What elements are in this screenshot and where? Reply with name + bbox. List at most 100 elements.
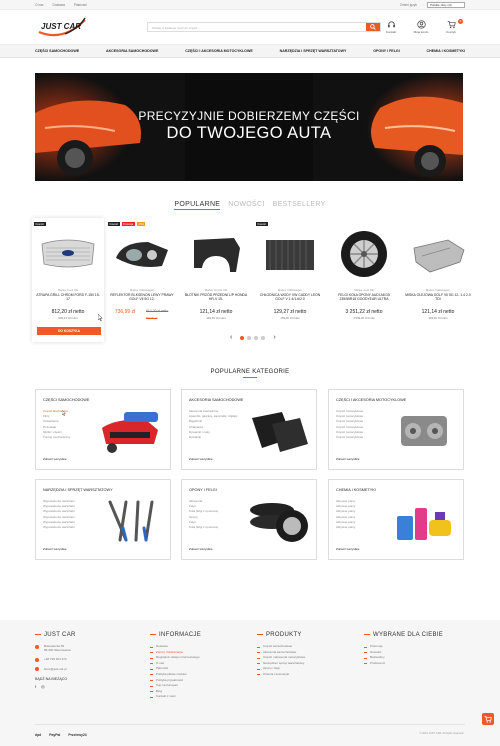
category-link[interactable]: Wyposażenie warsztatu (43, 525, 75, 530)
category-title[interactable]: NARZĘDZIA I SPRZĘT WARSZTATOWY (43, 488, 113, 492)
nav-item-moto[interactable]: CZĘŚCI I AKCESORIA MOTOCYKLOWE (185, 49, 253, 53)
search-button[interactable] (366, 23, 380, 31)
product-brand: Marka: Volkswagen (277, 288, 303, 292)
product-card[interactable]: Nowość Promocja -15% Marka: Volkswagen R… (106, 218, 178, 342)
category-link[interactable]: Wyposażenie warsztatu (43, 509, 75, 514)
category-image-engine (401, 416, 447, 446)
nav-item-chemistry[interactable]: CHEMIA I KOSMETYKI (427, 49, 465, 53)
product-name[interactable]: BŁOTNIK PRZÓD PRZEDNI L/P HONDA HR-V 15- (183, 293, 249, 301)
product-brand: Marka: Volkswagen (425, 288, 451, 292)
category-see-all[interactable]: Zobacz wszystkie (189, 547, 213, 551)
category-card[interactable]: NARZĘDZIA I SPRZĘT WARSZTATOWY Wyposażen… (35, 479, 171, 560)
tab-bestsellers[interactable]: BESTSELLERY (273, 201, 326, 210)
instagram-icon[interactable]: ◎ (41, 684, 45, 689)
category-link[interactable]: Koła (felgi z oponami) (189, 509, 218, 514)
account-link[interactable]: Moje konto (411, 20, 431, 34)
category-link[interactable]: Koła (felgi z oponami) (189, 525, 218, 530)
category-card[interactable]: CZĘŚCI I AKCESORIA MOTOCYKLOWE Części mo… (328, 389, 464, 470)
category-title[interactable]: CZĘŚCI SAMOCHODOWE (43, 398, 89, 402)
category-see-all[interactable]: Zobacz wszystkie (189, 457, 213, 461)
search-input[interactable]: Szukaj w katalogu naszych części... (148, 23, 366, 31)
tab-new[interactable]: NOWOŚCI (228, 201, 264, 210)
category-title[interactable]: OPONY I FELGI (189, 488, 217, 492)
header-icons: Kontakt Moje konto 0 Koszyk (381, 19, 463, 34)
carousel-pager: ‹ › (225, 334, 281, 341)
pager-dot[interactable] (254, 335, 259, 340)
footer-follow-heading: BĄDŹ NA BIEŻĄCO (35, 677, 68, 681)
nav-item-tires[interactable]: OPONY I FELGI (373, 49, 400, 53)
category-image-cosmetics (397, 508, 451, 540)
category-card[interactable]: CZĘŚCI SAMOCHODOWE Części blacharskie Fi… (35, 389, 171, 470)
category-see-all[interactable]: Zobacz wszystkie (336, 457, 360, 461)
footer-heading: PRODUKTY (257, 632, 305, 638)
category-image-floor-mats (252, 412, 308, 452)
product-price: 129,27 zł netto (273, 309, 307, 315)
language-switch[interactable]: Zmień język (400, 3, 417, 7)
contact-link[interactable]: Kontakt (381, 20, 401, 34)
category-link[interactable]: Aktywne piany (336, 509, 355, 514)
footer-link[interactable]: Producenci (364, 661, 443, 667)
carousel-prev-arrow-icon[interactable]: ‹ (230, 334, 232, 341)
top-bar: O nas Dostawa Płatności Zmień język Pols… (0, 0, 500, 10)
category-link[interactable]: Aktywne piany (336, 525, 355, 530)
category-see-all[interactable]: Zobacz wszystkie (336, 547, 360, 551)
category-link[interactable]: Części motocyklowe (336, 435, 363, 440)
nav-item-car-parts[interactable]: CZĘŚCI SAMOCHODOWE (35, 49, 79, 53)
paypal-logo: PayPal (49, 733, 61, 737)
pager-dot[interactable] (247, 335, 252, 340)
product-name[interactable]: FELGI KOŁA OPONY AUDI A8 D5 235/55R18 GO… (331, 293, 397, 301)
product-card[interactable]: Marka: Volkswagen MISKA OLEJOWA GOLF VII… (402, 218, 474, 342)
topbar-link-delivery[interactable]: Dostawa (53, 3, 65, 7)
carousel-next-arrow-icon[interactable]: › (273, 334, 275, 341)
category-title[interactable]: CZĘŚCI I AKCESORIA MOTOCYKLOWE (336, 398, 406, 402)
product-card[interactable]: Marka: Honda OE BŁOTNIK PRZÓD PRZEDNI L/… (180, 218, 252, 342)
category-card[interactable]: OPONY I FELGI Akcesoria Felgi Koła (felg… (181, 479, 317, 560)
category-link[interactable]: Części motocyklowe (336, 419, 363, 424)
category-card[interactable]: CHEMIA I KOSMETYKI Aktywne piany Aktywne… (328, 479, 464, 560)
main-nav: CZĘŚCI SAMOCHODOWE AKCESORIA SAMOCHODOWE… (0, 44, 500, 58)
back-to-top-button[interactable] (482, 713, 494, 725)
cart-float-icon (484, 716, 492, 723)
footer-company: JUST CAR Bukowiecka 56 86-300 Skierniewic… (35, 632, 76, 689)
hero-banner[interactable]: PRECYZYJNIE DOBIERZEMY CZĘŚCI DO TWOJEGO… (35, 73, 463, 181)
product-name[interactable]: REFLEKTOR BI-KSENON LEWY PRAWY GOLF VII … (109, 293, 175, 301)
logo[interactable]: JUST CAR (35, 14, 90, 40)
topbar-link-payments[interactable]: Płatności (74, 3, 87, 7)
add-to-cart-button[interactable]: DO KOSZYKA (37, 327, 101, 335)
product-name[interactable]: ATRAPA GRILL CHROM FORD F-150 15-17 (35, 293, 101, 301)
footer-link[interactable]: Kontakt z nami (150, 694, 201, 700)
przelewy24-logo: Przelewy24 (68, 733, 87, 737)
product-tabs: POPULARNE NOWOŚCI BESTSELLERY (0, 201, 500, 210)
footer-link[interactable]: Chemia i kosmetyki (257, 672, 305, 678)
category-link[interactable]: Tuning mechaniczny (43, 435, 70, 440)
nav-item-tools[interactable]: NARZĘDZIA I SPRZĘT WARSZTATOWY (280, 49, 347, 53)
product-name[interactable]: MISKA OLEJOWA GOLF VII 5G 12- 1.4 2.0 TD… (405, 293, 471, 301)
category-see-all[interactable]: Zobacz wszystkie (43, 547, 67, 551)
product-card[interactable]: Nowość Marka: Ford OE ATRAPA GRILL CHROM… (32, 218, 104, 342)
category-title[interactable]: AKCESORIA SAMOCHODOWE (189, 398, 243, 402)
product-card[interactable]: Marka: Audi OE FELGI KOŁA OPONY AUDI A8 … (328, 218, 400, 342)
tab-popular[interactable]: POPULARNE (174, 201, 221, 210)
facebook-icon[interactable]: f (35, 684, 36, 689)
banner-headline: PRECYZYJNIE DOBIERZEMY CZĘŚCI (138, 109, 360, 123)
category-title[interactable]: CHEMIA I KOSMETYKI (336, 488, 376, 492)
footer-heading: WYBRANE DLA CIEBIE (364, 632, 443, 638)
category-link[interactable]: Dywaniki (189, 435, 238, 440)
currency-select[interactable]: Polskie złoty (zł) (427, 1, 465, 8)
product-gross-price: 149,00 zł brutto (206, 316, 226, 320)
topbar-link-about[interactable]: O nas (35, 3, 44, 7)
product-brand: Marka: Audi OE (354, 288, 374, 292)
product-name[interactable]: CHŁODNICA WODY VW CADDY LEON GOLF V 1.4/… (257, 293, 323, 301)
pager-dot-active[interactable] (240, 335, 245, 340)
product-card[interactable]: Nowość Marka: Volkswagen CHŁODNICA WODY … (254, 218, 326, 342)
footer-email[interactable]: biuro@just-car.pl (35, 667, 76, 671)
pager-dot[interactable] (261, 335, 266, 340)
phone-icon (35, 657, 39, 662)
footer-address: Bukowiecka 56 86-300 Skierniewice (35, 644, 76, 652)
category-see-all[interactable]: Zobacz wszystkie (43, 457, 67, 461)
nav-item-car-accessories[interactable]: AKCESORIA SAMOCHODOWE (106, 49, 158, 53)
cart-link[interactable]: 0 Koszyk (441, 19, 463, 34)
product-brand: Marka: Volkswagen (129, 288, 155, 292)
category-card[interactable]: AKCESORIA SAMOCHODOWE Akcesoria zewnętrz… (181, 389, 317, 470)
footer-phone[interactable]: +48 799 364 374 (35, 657, 76, 662)
